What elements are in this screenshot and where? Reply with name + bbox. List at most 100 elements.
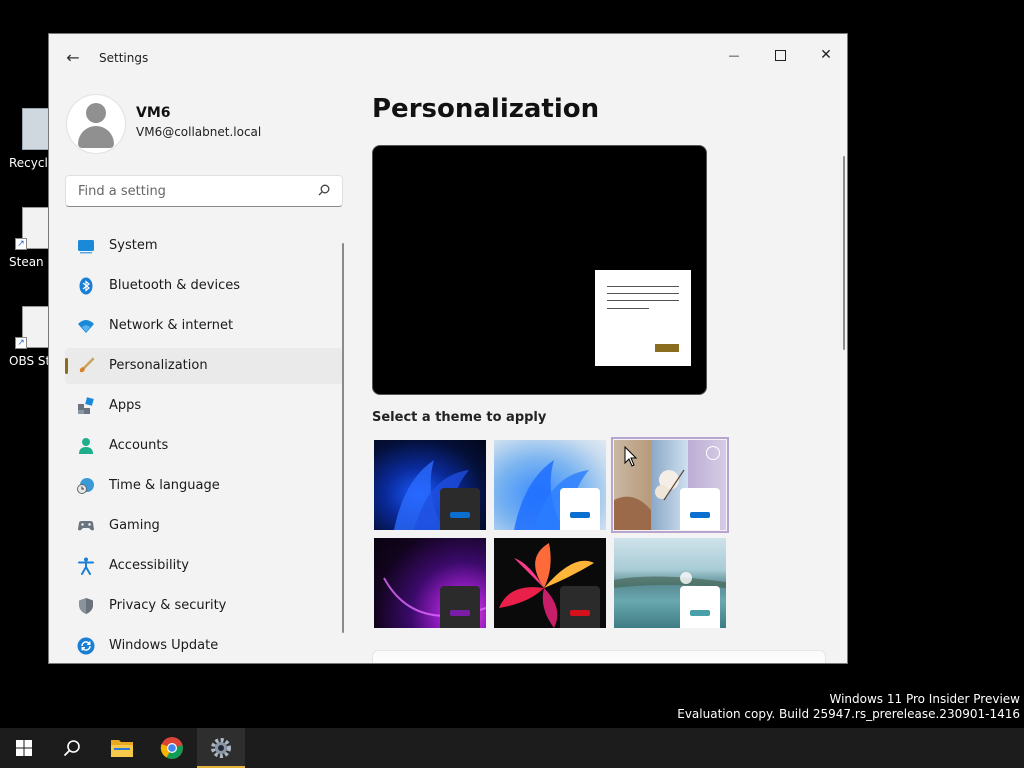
avatar[interactable] — [67, 95, 125, 153]
avatar-head — [86, 103, 106, 123]
chrome-icon — [160, 737, 183, 759]
sidebar-item-system[interactable]: System — [65, 228, 343, 264]
preview-line — [607, 300, 679, 301]
start-button[interactable] — [0, 728, 48, 768]
back-arrow-icon: ← — [66, 48, 80, 67]
theme-windows-dark[interactable] — [374, 440, 486, 530]
sidebar-item-label: Apps — [109, 398, 142, 413]
user-name: VM6 — [136, 105, 171, 121]
themes-section-label: Select a theme to apply — [372, 410, 547, 425]
sidebar-item-apps[interactable]: Apps — [65, 388, 343, 424]
preview-line — [607, 286, 679, 287]
theme-glow[interactable] — [374, 538, 486, 628]
avatar-body — [78, 126, 114, 148]
accounts-icon — [79, 438, 93, 454]
close-button[interactable]: ✕ — [803, 40, 847, 70]
settings-taskbar-button[interactable] — [197, 728, 245, 768]
theme-mini-window — [440, 488, 480, 530]
network-icon — [78, 320, 94, 333]
windows-logo-icon — [16, 740, 32, 756]
apps-icon — [78, 397, 94, 414]
theme-mini-window — [560, 488, 600, 530]
search-button[interactable] — [48, 728, 96, 768]
sidebar-item-label: Time & language — [109, 478, 220, 493]
preview-accent-button — [655, 344, 679, 352]
bluetooth-icon — [79, 277, 93, 295]
shortcut-file-icon: ↗ — [15, 306, 50, 349]
page-title: Personalization — [372, 94, 600, 124]
file-explorer-button[interactable] — [98, 728, 146, 768]
theme-mini-window — [440, 586, 480, 628]
minimize-icon: — — [728, 49, 740, 62]
title-bar[interactable]: ← Settings — ✕ — [49, 34, 847, 82]
sidebar-item-label: Gaming — [109, 518, 160, 533]
update-icon — [77, 637, 95, 655]
shortcut-file-icon: ↗ — [15, 207, 50, 250]
preview-window — [595, 270, 691, 366]
sidebar-item-accessibility[interactable]: Accessibility — [65, 548, 343, 584]
folder-icon — [111, 740, 133, 757]
theme-accent-swatch — [690, 610, 710, 616]
watermark-line-2: Evaluation copy. Build 25947.rs_prerelea… — [677, 707, 1020, 721]
theme-captured-motion[interactable] — [494, 538, 606, 628]
windows-watermark: Windows 11 Pro Insider Preview Evaluatio… — [677, 692, 1020, 722]
controller-icon — [78, 521, 94, 531]
sidebar-item-label: Network & internet — [109, 318, 234, 333]
sidebar-item-gaming[interactable]: Gaming — [65, 508, 343, 544]
sidebar-nav: System Bluetooth & devices Network & int… — [65, 228, 343, 663]
sidebar-item-label: Privacy & security — [109, 598, 227, 613]
window-title: Settings — [99, 51, 149, 65]
theme-mini-window — [680, 488, 720, 530]
theme-accent-swatch — [450, 512, 470, 518]
accessibility-icon — [78, 557, 94, 575]
user-email: VM6@collabnet.local — [136, 125, 262, 139]
sidebar-item-label: Windows Update — [109, 638, 219, 653]
sidebar-item-label: Accessibility — [109, 558, 189, 573]
sidebar-item-time-language[interactable]: Time & language — [65, 468, 343, 504]
theme-mini-window — [680, 586, 720, 628]
preview-line — [607, 308, 649, 309]
sidebar-item-windows-update[interactable]: Windows Update — [65, 628, 343, 663]
mouse-cursor-icon — [624, 446, 638, 467]
preview-line — [607, 293, 679, 294]
recycle-bin-icon — [22, 108, 50, 150]
theme-accent-swatch — [450, 610, 470, 616]
maximize-icon — [774, 49, 786, 61]
sidebar-item-privacy-security[interactable]: Privacy & security — [65, 588, 343, 624]
settings-window: ← Settings — ✕ VM6 VM6@collabnet.local F… — [48, 33, 848, 664]
theme-accent-swatch — [570, 512, 590, 518]
theme-flow[interactable] — [614, 538, 726, 628]
taskbar — [0, 728, 1024, 768]
theme-preview — [372, 145, 707, 395]
search-icon — [63, 740, 80, 757]
search-icon[interactable] — [318, 184, 330, 196]
spotlight-badge-icon — [706, 446, 720, 460]
sidebar-item-bluetooth-devices[interactable]: Bluetooth & devices — [65, 268, 343, 304]
main-scrollbar[interactable] — [843, 156, 845, 350]
sidebar-item-label: Personalization — [109, 358, 208, 373]
clock-globe-icon — [77, 478, 94, 494]
sidebar-scrollbar[interactable] — [342, 243, 344, 633]
chrome-button[interactable] — [148, 728, 196, 768]
search-input[interactable] — [76, 176, 310, 206]
sidebar-item-label: System — [109, 238, 158, 253]
back-button[interactable]: ← — [61, 48, 85, 68]
theme-windows-light[interactable] — [494, 440, 606, 530]
search-box — [65, 175, 343, 207]
gear-icon — [211, 738, 231, 758]
minimize-button[interactable]: — — [711, 40, 757, 70]
settings-card[interactable] — [372, 650, 826, 663]
theme-mini-window — [560, 586, 600, 628]
theme-accent-swatch — [570, 610, 590, 616]
sidebar-item-label: Accounts — [109, 438, 169, 453]
theme-accent-swatch — [690, 512, 710, 518]
close-icon: ✕ — [820, 47, 832, 63]
sidebar-item-personalization[interactable]: Personalization — [65, 348, 343, 384]
watermark-line-1: Windows 11 Pro Insider Preview — [829, 692, 1020, 706]
sidebar-item-label: Bluetooth & devices — [109, 278, 240, 293]
brush-icon — [79, 357, 95, 373]
sidebar-item-accounts[interactable]: Accounts — [65, 428, 343, 464]
shield-icon — [79, 598, 93, 614]
sidebar-item-network-internet[interactable]: Network & internet — [65, 308, 343, 344]
maximize-button[interactable] — [757, 40, 803, 70]
